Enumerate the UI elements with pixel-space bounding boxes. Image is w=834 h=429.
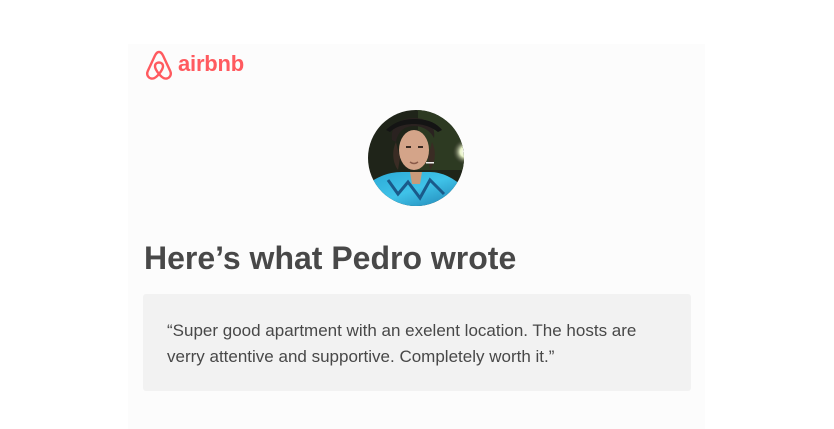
review-headline: Here’s what Pedro wrote xyxy=(144,240,517,276)
airbnb-wordmark: airbnb xyxy=(178,51,245,76)
airbnb-logo[interactable]: airbnb xyxy=(144,48,244,82)
email-card: airbnb Here’s what Pedro wrote “Super go… xyxy=(128,44,705,429)
review-quote-box: “Super good apartment with an exelent lo… xyxy=(143,294,691,391)
review-text: “Super good apartment with an exelent lo… xyxy=(167,321,637,366)
reviewer-avatar xyxy=(368,110,464,206)
reviewer-avatar-photo xyxy=(368,110,464,206)
airbnb-belo-icon xyxy=(144,48,174,82)
